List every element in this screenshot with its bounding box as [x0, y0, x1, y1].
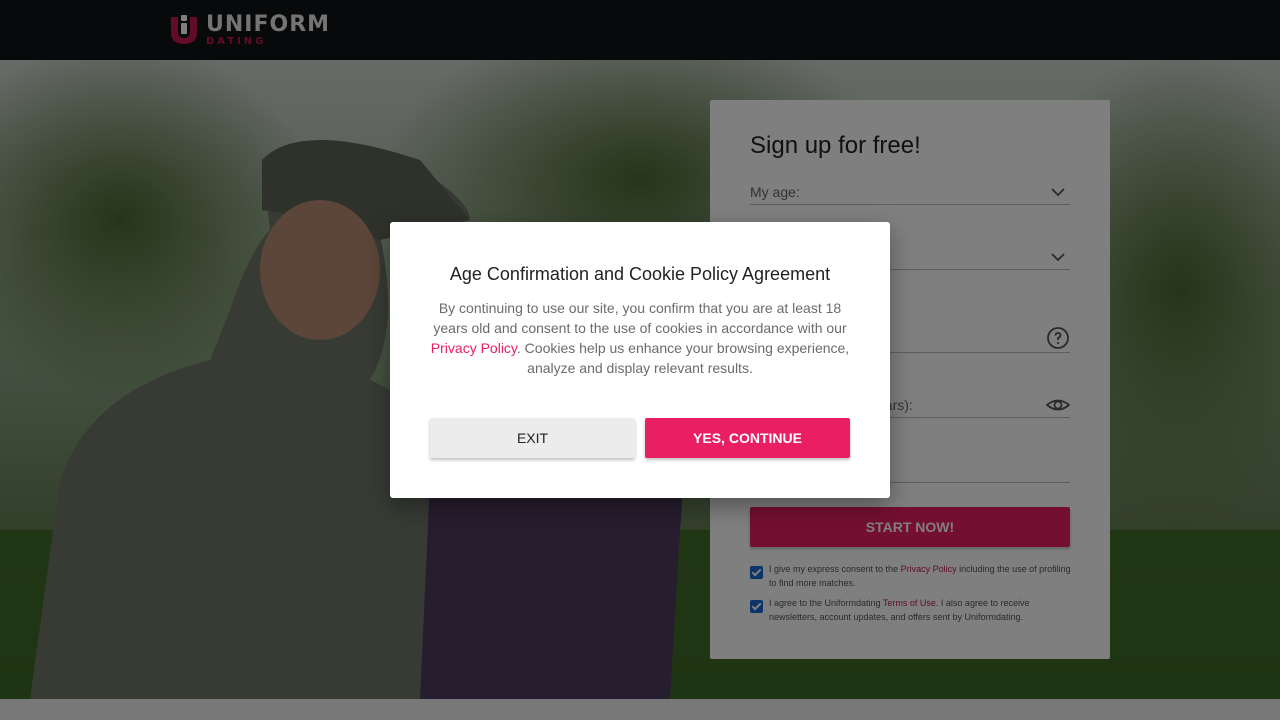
modal-body-text: . Cookies help us enhance your browsing … [516, 340, 850, 376]
yes-continue-button[interactable]: YES, CONTINUE [645, 418, 850, 458]
exit-button[interactable]: EXIT [430, 418, 635, 458]
modal-body-text: By continuing to use our site, you confi… [433, 300, 847, 336]
modal-title: Age Confirmation and Cookie Policy Agree… [449, 264, 831, 284]
modal-body: By continuing to use our site, you confi… [428, 298, 852, 378]
modal-privacy-policy-link[interactable]: Privacy Policy [431, 340, 517, 356]
age-cookie-modal: Age Confirmation and Cookie Policy Agree… [390, 222, 890, 498]
